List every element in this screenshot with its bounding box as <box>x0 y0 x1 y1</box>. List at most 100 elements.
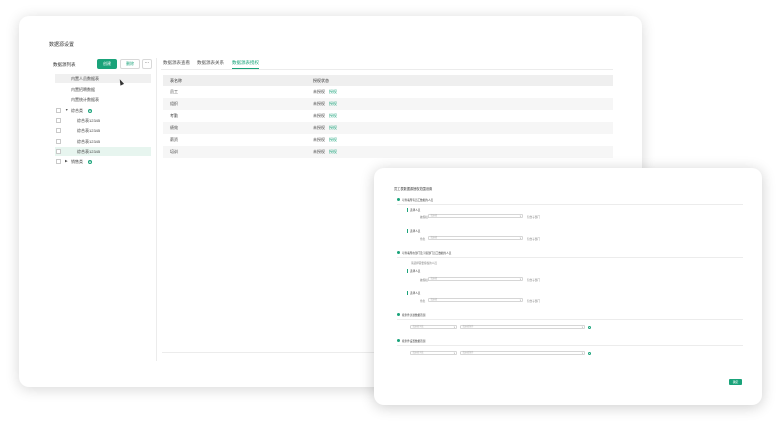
section-note: 请选择需要授权的人员 <box>411 262 437 265</box>
section-divider <box>397 319 743 320</box>
page-title: 数据源设置 <box>49 42 75 48</box>
more-button[interactable]: ⋯ <box>142 59 152 69</box>
authorize-link[interactable]: 授权 <box>329 149 337 154</box>
tree-checkbox[interactable] <box>56 128 61 133</box>
select-field[interactable]: 请选择 ▾ <box>428 214 523 218</box>
dept-option[interactable]: 包含子部门 <box>527 237 540 241</box>
field-placeholder: 请选择 <box>430 278 438 280</box>
section-dot-icon <box>397 339 400 342</box>
tree-item-label: 销售类 <box>71 159 83 164</box>
filter-condition-select[interactable]: 请选择条件 ▾ <box>460 351 585 355</box>
tab-view[interactable]: 数据源表查看 <box>163 60 190 66</box>
tree-checkbox[interactable] <box>56 139 61 144</box>
tree-item-label: 综合表12345 <box>77 149 101 154</box>
section-title: 可查看所有员工数据的人员 <box>402 199 434 202</box>
cell-name: 组织 <box>170 101 178 106</box>
tree-group[interactable]: ▶ 销售类 + <box>55 157 151 166</box>
panel-divider <box>156 58 157 361</box>
add-circle-icon[interactable]: + <box>88 159 92 164</box>
column-header-name: 表名称 <box>170 78 182 83</box>
tree-item-label: 综合表12345 <box>77 139 101 144</box>
tree-item-label: 综合表12345 <box>77 118 101 123</box>
cell-name: 薪资 <box>170 137 178 142</box>
field-placeholder: 请选择 <box>430 237 438 239</box>
select-field[interactable]: 请选择 ▾ <box>428 236 523 240</box>
tree-checkbox[interactable] <box>56 118 61 123</box>
cell-status: 未授权 <box>313 137 325 142</box>
dept-option[interactable]: 包含子部门 <box>527 299 540 303</box>
dept-option[interactable]: 包含子部门 <box>527 278 540 282</box>
tree-item[interactable]: 综合表12345 <box>55 126 151 135</box>
field-label: 角色 <box>420 238 426 241</box>
tree-checkbox[interactable] <box>56 108 61 113</box>
filter-field-select[interactable]: 请选择字段 ▾ <box>410 351 457 355</box>
section-divider <box>397 257 743 258</box>
tab-authorization[interactable]: 数据源表授权 <box>232 60 259 66</box>
section-dot-icon <box>397 251 400 254</box>
chevron-down-icon: ▾ <box>453 352 455 355</box>
create-button[interactable]: 创建 <box>97 59 117 69</box>
cell-status: 未授权 <box>313 101 325 106</box>
tree-item-label: 内置人员数据表 <box>71 76 99 81</box>
active-tab-indicator <box>232 68 259 69</box>
tree-item-label: 综合表12345 <box>77 128 101 133</box>
tree-item-label: 内置统计数据表 <box>71 97 99 102</box>
table-row: 绩效 未授权 授权 <box>163 122 613 134</box>
chevron-down-icon: ▾ <box>519 237 521 240</box>
tree-item[interactable]: 综合表12345 <box>55 116 151 125</box>
tabs-divider <box>161 69 613 70</box>
field-label: 角色 <box>420 300 426 303</box>
field-placeholder: 请选择字段 <box>412 326 424 328</box>
delete-button[interactable]: 删除 <box>120 59 140 69</box>
chevron-down-icon[interactable]: ▼ <box>65 106 68 115</box>
cell-status: 未授权 <box>313 149 325 154</box>
cell-name: 考勤 <box>170 113 178 118</box>
tree-item-selected[interactable]: 综合表12345 <box>55 147 151 156</box>
table-row: 培训 未授权 授权 <box>163 146 613 158</box>
field-placeholder: 请选择条件 <box>462 352 474 354</box>
authorize-link[interactable]: 授权 <box>329 137 337 142</box>
section-dot-icon <box>397 198 400 201</box>
subsection-title: 选择人员 <box>407 208 420 212</box>
tab-relations[interactable]: 数据源表关系 <box>197 60 224 66</box>
chevron-right-icon[interactable]: ▶ <box>65 157 68 166</box>
authorize-link[interactable]: 授权 <box>329 101 337 106</box>
subsection-title: 选择人员 <box>407 291 420 295</box>
tree-group[interactable]: ▼ 综合类 + <box>55 106 151 115</box>
authorize-link[interactable]: 授权 <box>329 113 337 118</box>
table-row: 员工 未授权 授权 <box>163 86 613 98</box>
chevron-down-icon: ▾ <box>519 215 521 218</box>
column-header-status: 授权状态 <box>313 78 329 83</box>
tree-checkbox[interactable] <box>56 159 61 164</box>
confirm-button[interactable]: 确定 <box>729 379 742 385</box>
section-divider <box>397 204 743 205</box>
add-circle-icon[interactable]: + <box>88 108 92 113</box>
cell-name: 绩效 <box>170 125 178 130</box>
authorize-link[interactable]: 授权 <box>329 125 337 130</box>
dept-option[interactable]: 包含子部门 <box>527 215 540 219</box>
add-circle-icon[interactable] <box>588 325 591 329</box>
filter-field-select[interactable]: 请选择字段 ▾ <box>410 325 457 329</box>
field-placeholder: 请选择条件 <box>462 326 474 328</box>
tree-item[interactable]: 内置人员数据表 <box>55 74 151 83</box>
tree-item-label: 内置招聘数据 <box>71 87 95 92</box>
field-placeholder: 请选择 <box>430 215 438 217</box>
cell-status: 未授权 <box>313 113 325 118</box>
tree-item[interactable]: 内置招聘数据 <box>55 85 151 94</box>
cell-name: 培训 <box>170 149 178 154</box>
chevron-down-icon: ▾ <box>581 352 583 355</box>
section-dot-icon <box>397 313 400 316</box>
add-circle-icon[interactable] <box>588 351 591 355</box>
section-divider <box>397 345 743 346</box>
select-field[interactable]: 请选择 ▾ <box>428 277 523 281</box>
section-title: 按条件过滤数据范围 <box>402 314 426 317</box>
filter-condition-select[interactable]: 请选择条件 ▾ <box>460 325 585 329</box>
section-title: 按条件设置数据范围 <box>402 340 426 343</box>
tree-item[interactable]: 综合表12345 <box>55 137 151 146</box>
table-row: 考勤 未授权 授权 <box>163 110 613 122</box>
tree-item[interactable]: 内置统计数据表 <box>55 95 151 104</box>
select-field[interactable]: 请选择 ▾ <box>428 298 523 302</box>
authorize-link[interactable]: 授权 <box>329 89 337 94</box>
chevron-down-icon: ▾ <box>519 278 521 281</box>
tree-checkbox[interactable] <box>56 149 61 154</box>
